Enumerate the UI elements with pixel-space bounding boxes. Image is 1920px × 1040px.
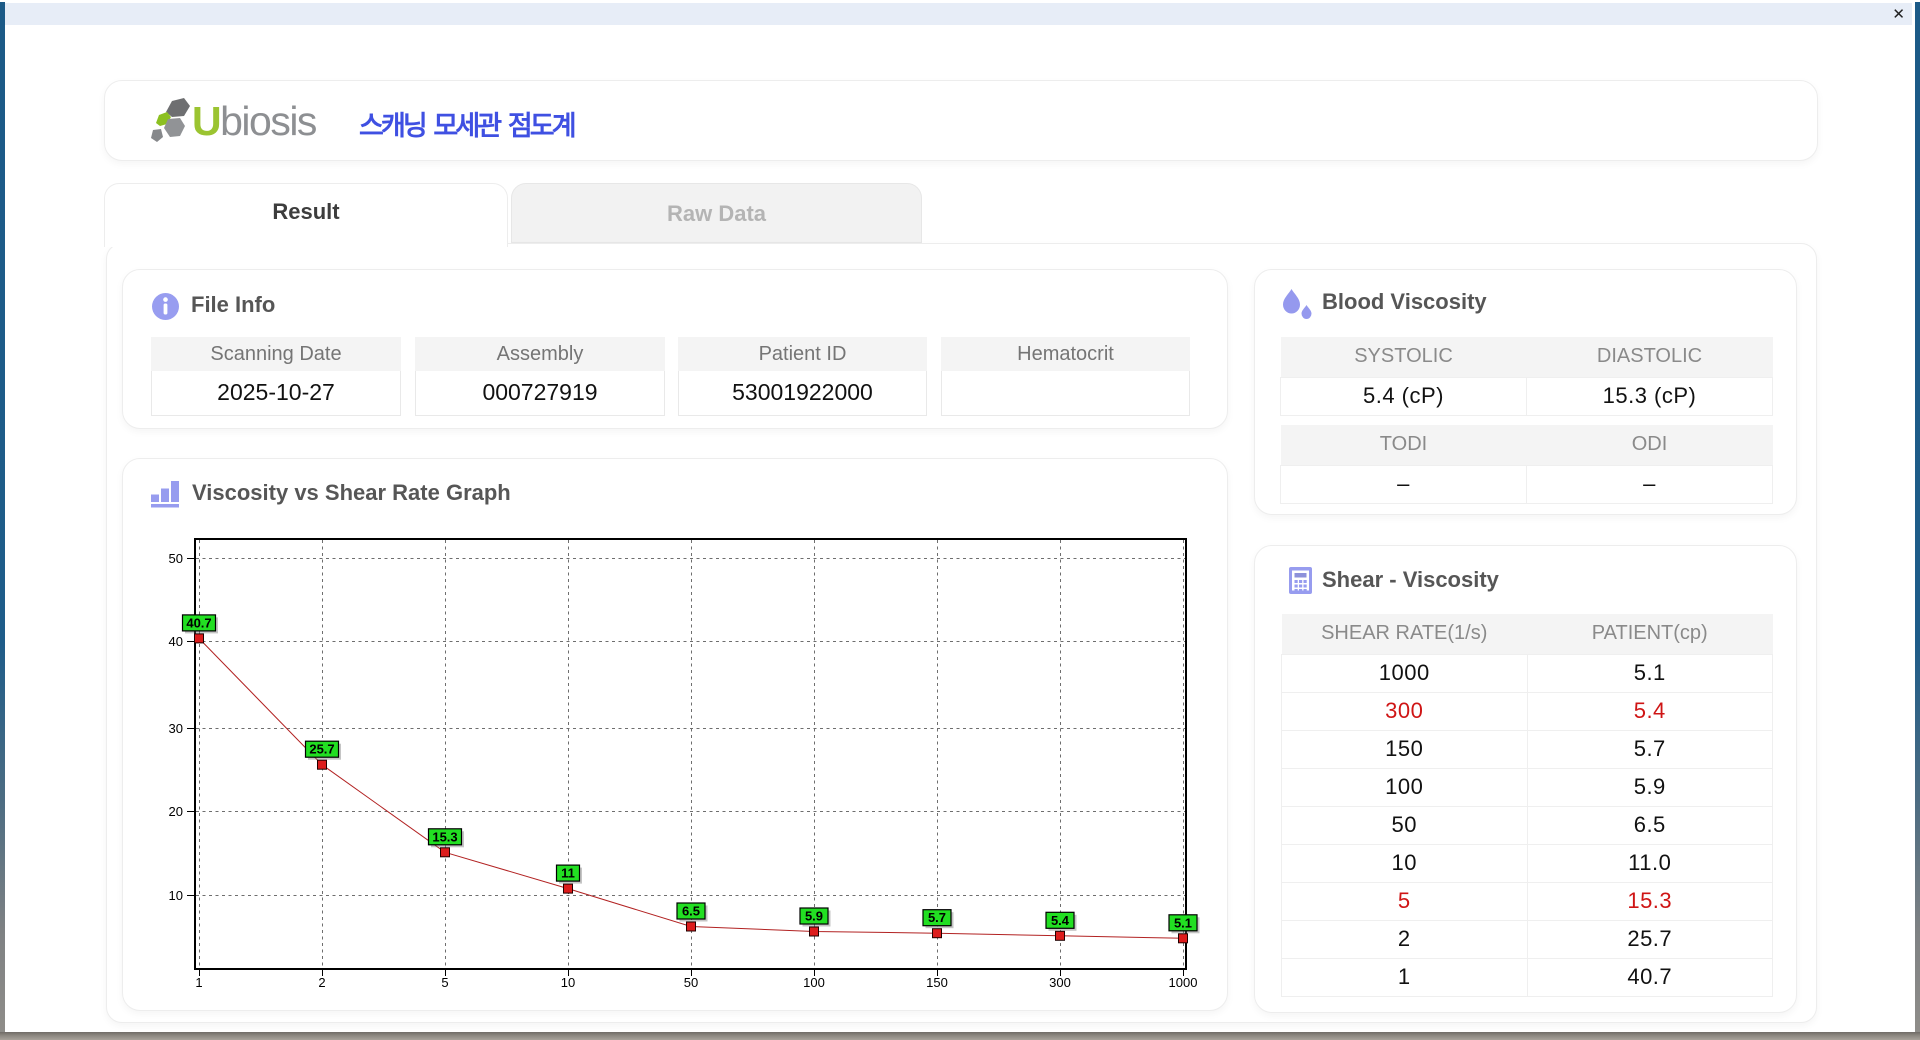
svg-text:6.5: 6.5: [682, 904, 700, 919]
svg-text:2: 2: [318, 975, 325, 990]
svg-text:1000: 1000: [1169, 975, 1198, 990]
svg-text:30: 30: [169, 721, 183, 736]
svg-text:5: 5: [441, 975, 448, 990]
svg-text:40: 40: [169, 634, 183, 649]
svg-text:100: 100: [803, 975, 825, 990]
svg-text:5.9: 5.9: [805, 909, 823, 924]
svg-text:10: 10: [169, 888, 183, 903]
svg-text:10: 10: [561, 975, 575, 990]
svg-text:50: 50: [684, 975, 698, 990]
svg-text:25.7: 25.7: [309, 742, 334, 757]
svg-text:300: 300: [1049, 975, 1071, 990]
svg-text:5.7: 5.7: [928, 910, 946, 925]
svg-text:1: 1: [195, 975, 202, 990]
svg-text:50: 50: [169, 551, 183, 566]
svg-text:11: 11: [561, 866, 575, 881]
svg-text:40.7: 40.7: [186, 615, 211, 630]
svg-text:15.3: 15.3: [432, 829, 457, 844]
svg-text:5.1: 5.1: [1174, 915, 1192, 930]
svg-text:5.4: 5.4: [1051, 913, 1070, 928]
svg-text:20: 20: [169, 804, 183, 819]
svg-text:150: 150: [926, 975, 948, 990]
